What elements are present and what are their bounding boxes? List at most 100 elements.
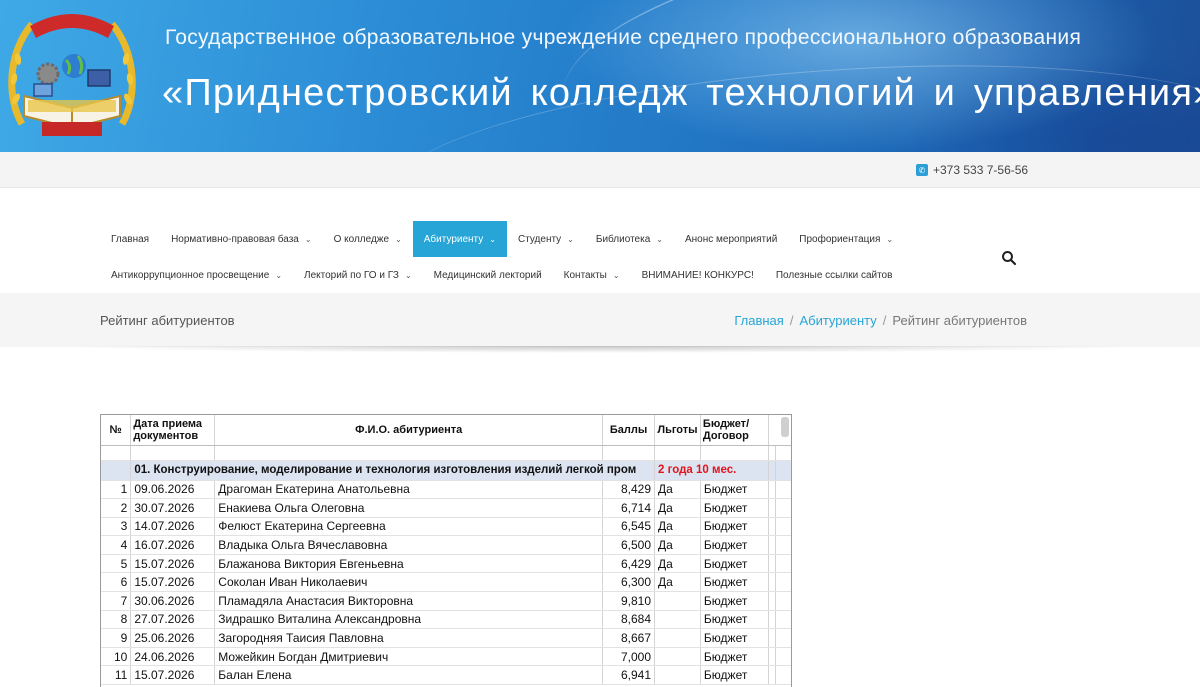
table-row: 1 09.06.2026 Драгоман Екатерина Анатольевн… xyxy=(101,480,791,500)
nav-item-label: Главная xyxy=(111,233,150,245)
cell-num: 11 xyxy=(101,665,132,686)
nav-item[interactable]: ВНИМАНИЕ! КОНКУРС! xyxy=(631,257,765,293)
cell-date: 09.06.2026 xyxy=(130,480,216,500)
banner-subtitle: Государственное образовательное учрежден… xyxy=(165,26,1082,49)
cell-num: 4 xyxy=(101,535,132,555)
nav-row: Главная Нормативно-правовая база ⌄ О коллед… xyxy=(100,221,1040,257)
col-header-name: Ф.И.О. абитуриента xyxy=(214,415,604,446)
cell-budget: Бюджет xyxy=(700,591,769,611)
cell-name: Владыка Ольга Вячеславовна xyxy=(214,535,604,555)
phone-contact[interactable]: ✆ +373 533 7-56-56 xyxy=(916,163,1028,177)
cell-date: 14.07.2026 xyxy=(130,517,216,537)
cell-budget: Бюджет xyxy=(700,480,769,500)
nav-item[interactable]: Анонс мероприятий xyxy=(674,221,788,257)
nav-item-label: Библиотека xyxy=(595,233,651,245)
cell-budget: Бюджет xyxy=(700,665,769,686)
table-row: 3 14.07.2026 Фелюст Екатерина Сергеевна 6,5… xyxy=(101,517,791,537)
phone-icon: ✆ xyxy=(916,164,928,176)
cell-budget: Бюджет xyxy=(700,610,769,630)
cell-name: Балан Елена xyxy=(214,665,604,686)
chevron-down-icon: ⌄ xyxy=(656,234,663,244)
cell-name: Енакиева Ольга Олеговна xyxy=(214,498,604,518)
breadcrumb-separator: / xyxy=(882,313,887,328)
nav-item[interactable]: Нормативно-правовая база ⌄ xyxy=(160,221,323,257)
section-duration: 2 года 10 мес. xyxy=(654,460,769,481)
table-row: 2 30.07.2026 Енакиева Ольга Олеговна 6,714 Д… xyxy=(101,498,791,518)
cell-empty xyxy=(768,572,776,593)
nav-item-label: Полезные ссылки сайтов xyxy=(775,269,893,281)
scrollbar-thumb[interactable] xyxy=(781,417,789,437)
chevron-down-icon: ⌄ xyxy=(304,234,312,244)
cell-score: 6,500 xyxy=(602,535,656,555)
cell-benefit: Да xyxy=(654,572,701,593)
divider-shadow xyxy=(60,346,1140,360)
rating-table: № Дата приема документов Ф.И.О. абитурие… xyxy=(101,415,791,686)
section-title: 01. Конструирование, моделирование и тех… xyxy=(130,460,656,481)
cell-budget: Бюджет xyxy=(700,628,769,648)
phone-number: +373 533 7-56-56 xyxy=(933,163,1029,177)
nav-item[interactable]: Медицинский лекторий xyxy=(423,257,553,293)
breadcrumb-parent-link[interactable]: Абитуриенту xyxy=(799,313,876,328)
nav-item[interactable]: Студенту ⌄ xyxy=(507,221,585,257)
search-icon[interactable] xyxy=(1001,250,1017,266)
nav-item-label: Контакты xyxy=(563,269,607,281)
col-header-date: Дата приема документов xyxy=(130,415,216,446)
cell-score: 8,667 xyxy=(602,628,656,648)
rating-spreadsheet[interactable]: № Дата приема документов Ф.И.О. абитурие… xyxy=(100,414,792,687)
nav-item[interactable]: Библиотека ⌄ xyxy=(585,221,674,257)
cell-scroll-gutter xyxy=(775,498,791,518)
breadcrumb-separator: / xyxy=(789,313,794,328)
cell-empty xyxy=(768,554,776,574)
cell-name: Загородняя Таисия Павловна xyxy=(214,628,604,648)
cell-budget: Бюджет xyxy=(700,647,769,667)
banner-title: «Приднестровский колледж технологий и уп… xyxy=(162,72,1200,114)
cell-name: Фелюст Екатерина Сергеевна xyxy=(214,517,604,537)
cell-score: 6,300 xyxy=(602,572,656,593)
cell-empty xyxy=(768,517,776,537)
nav-row: Антикоррупционное просвещение ⌄ Лекторий п… xyxy=(100,257,1040,293)
cell-empty xyxy=(768,665,776,686)
cell-budget: Бюджет xyxy=(700,535,769,555)
cell-scroll-gutter xyxy=(775,610,791,630)
cell-num: 1 xyxy=(101,480,132,500)
nav-item[interactable]: Профориентация ⌄ xyxy=(788,221,904,257)
cell-date: 27.07.2026 xyxy=(130,610,216,630)
cell-score: 6,429 xyxy=(602,554,656,574)
cell-num: 5 xyxy=(101,554,132,574)
nav-item-label: Нормативно-правовая база xyxy=(171,233,299,245)
cell-name: Блажанова Виктория Евгеньевна xyxy=(214,554,604,574)
college-logo[interactable] xyxy=(2,4,142,144)
table-row: 9 25.06.2026 Загородняя Таисия Павловна 8,6… xyxy=(101,628,791,648)
cell-num: 7 xyxy=(101,591,132,611)
cell-score: 7,000 xyxy=(602,647,656,667)
cell-benefit: Да xyxy=(654,498,701,518)
cell-budget: Бюджет xyxy=(700,498,769,518)
col-header-blank xyxy=(768,415,776,446)
breadcrumb-home-link[interactable]: Главная xyxy=(734,313,783,328)
nav-item[interactable]: Антикоррупционное просвещение ⌄ xyxy=(100,257,293,293)
cell-benefit xyxy=(654,628,701,648)
cell-name: Пламадяла Анастасия Викторовна xyxy=(214,591,604,611)
table-header-row: № Дата приема документов Ф.И.О. абитурие… xyxy=(101,415,791,446)
nav-item-label: Абитуриенту xyxy=(423,233,484,245)
nav-item[interactable]: Главная xyxy=(100,221,160,257)
nav-item[interactable]: О колледже ⌄ xyxy=(323,221,413,257)
spacer-row xyxy=(101,445,791,461)
cell-empty xyxy=(768,535,776,555)
nav-item[interactable]: Лекторий по ГО и ГЗ ⌄ xyxy=(293,257,423,293)
cell-date: 16.07.2026 xyxy=(130,535,216,555)
cell-scroll-gutter xyxy=(775,480,791,500)
table-row: 6 15.07.2026 Соколан Иван Николаевич 6,300 Д… xyxy=(101,572,791,593)
nav-item[interactable]: Контакты ⌄ xyxy=(553,257,631,293)
cell-benefit xyxy=(654,591,701,611)
cell-benefit: Да xyxy=(654,517,701,537)
nav-item[interactable]: Абитуриенту ⌄ xyxy=(412,221,507,257)
cell-name: Соколан Иван Николаевич xyxy=(214,572,604,593)
cell-empty xyxy=(768,498,776,518)
chevron-down-icon: ⌄ xyxy=(275,270,283,280)
table-row: 5 15.07.2026 Блажанова Виктория Евгеньевна… xyxy=(101,554,791,574)
cell-score: 6,714 xyxy=(602,498,656,518)
chevron-down-icon: ⌄ xyxy=(612,270,620,280)
chevron-down-icon: ⌄ xyxy=(489,234,496,244)
nav-item[interactable]: Полезные ссылки сайтов xyxy=(765,257,904,293)
